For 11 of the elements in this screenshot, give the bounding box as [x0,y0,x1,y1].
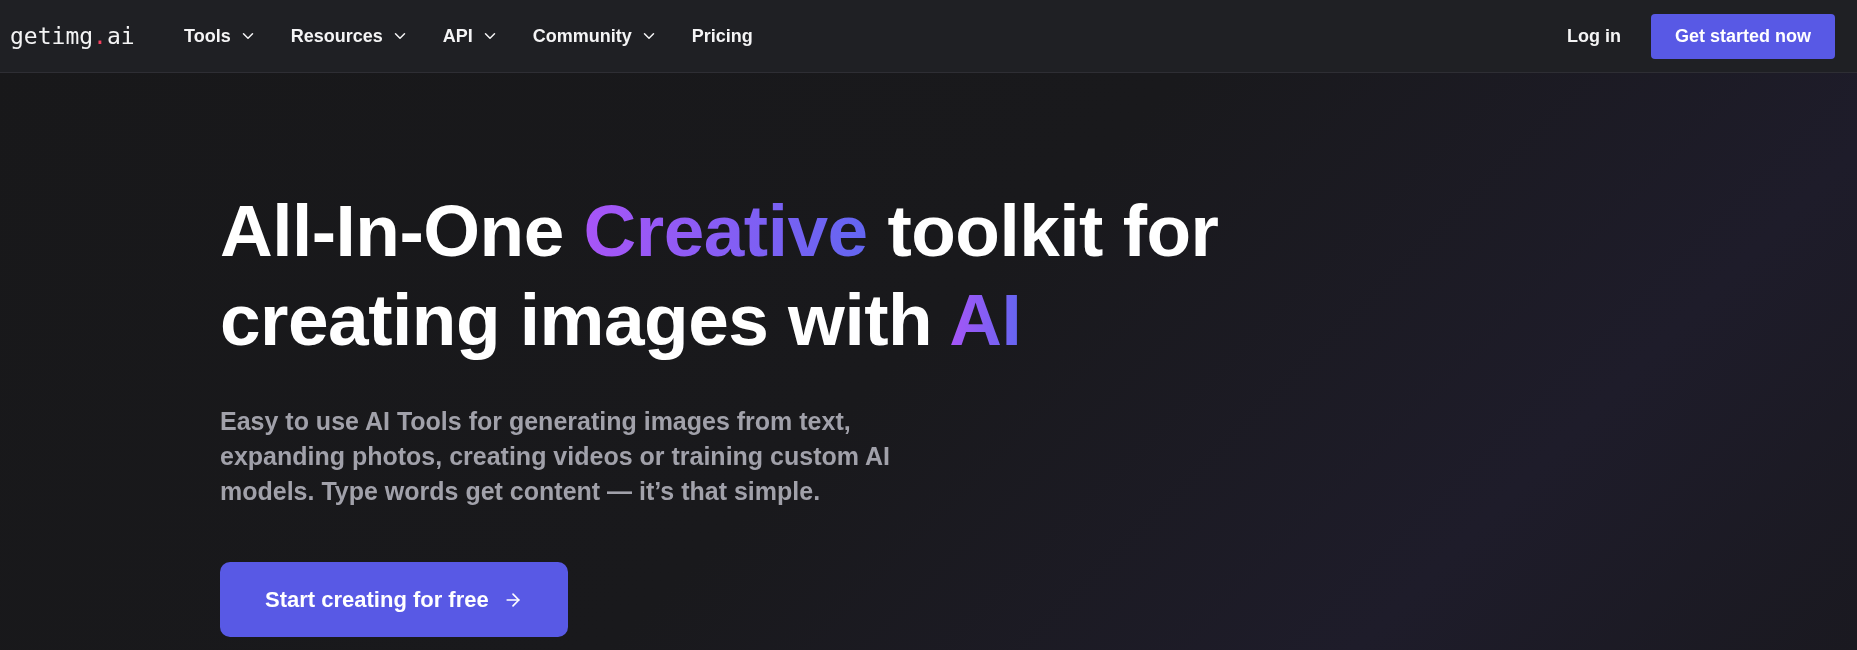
logo[interactable]: getimg.ai [10,18,184,54]
login-link[interactable]: Log in [1567,22,1621,50]
nav-menu-item[interactable]: API [442,22,499,50]
nav-menu-item[interactable]: Pricing [691,22,753,50]
nav-menu-item[interactable]: Tools [184,22,257,50]
subtitle: Easy to use AI Tools for generating images from text, expanding photos, creating videos or training custom AI models. Type words get content — it’s that simple. [220,406,891,507]
nav-menu-item[interactable]: Resources [290,22,409,50]
headline: All-In-One Creative toolkit for creating images with AI [220,189,1220,362]
get-started-button[interactable]: Get started now [1650,13,1835,59]
nav-menu-item[interactable]: Community [532,22,658,50]
start-creating-button[interactable]: Start creating for free [220,562,568,637]
